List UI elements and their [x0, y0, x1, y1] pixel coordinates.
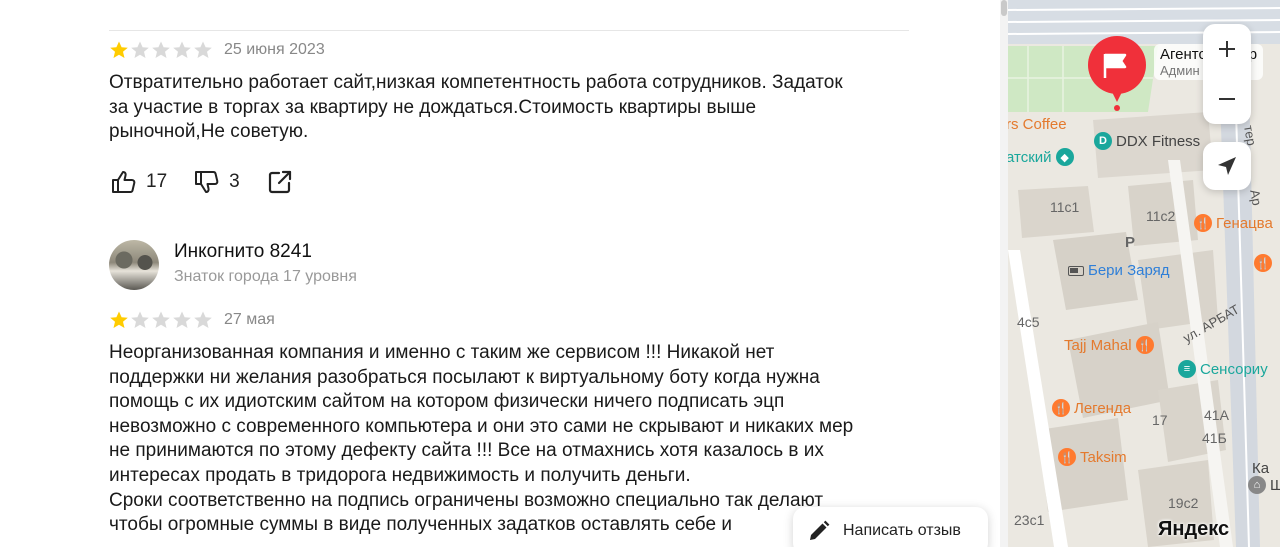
star-empty-icon — [173, 311, 191, 328]
dislike-count: 3 — [229, 171, 240, 192]
write-review-button[interactable]: Написать отзыв — [793, 507, 988, 547]
zoom-control — [1203, 24, 1251, 124]
star-empty-icon — [194, 41, 212, 58]
fitness-icon: D — [1094, 132, 1112, 150]
restaurant-icon: 🍴 — [1058, 448, 1076, 466]
street-label: Ар — [1247, 188, 1265, 207]
battery-icon — [1068, 265, 1084, 276]
star-empty-icon — [194, 311, 212, 328]
author-name[interactable]: Инкогнито 8241 — [174, 241, 312, 263]
review-divider — [109, 30, 909, 31]
share-icon — [268, 170, 291, 194]
restaurant-icon: 🍴 — [1052, 399, 1070, 417]
thumbs-down-icon — [195, 171, 219, 193]
map-poi-atsky[interactable]: атский ◆ — [1008, 148, 1074, 166]
star-empty-icon — [131, 41, 149, 58]
review-text-line: поддержки ни желания разобраться посылаю… — [109, 366, 820, 388]
review-text-line: интересах продать в тридорога недвижимос… — [109, 464, 691, 486]
parking-label: P — [1125, 234, 1136, 251]
star-filled-icon — [110, 311, 128, 328]
building-number: 11с1 — [1050, 199, 1080, 215]
write-review-label: Написать отзыв — [843, 522, 961, 539]
map-poi-legenda[interactable]: 🍴 Легенда — [1052, 399, 1131, 417]
review-text: Отвратительно работает сайт,низкая компе… — [109, 71, 909, 145]
building-number: 17 — [1152, 412, 1168, 428]
map-poi-beri[interactable]: Бери Заряд — [1068, 262, 1170, 279]
school-icon: ⌂ — [1248, 476, 1266, 494]
review-date: 25 июня 2023 — [224, 41, 325, 58]
shop-icon: ◆ — [1055, 148, 1074, 166]
star-empty-icon — [152, 41, 170, 58]
map-poi-right[interactable]: 🍴 — [1254, 254, 1272, 272]
reviews-panel: 25 июня 2023 Отвратительно работает сайт… — [0, 0, 1000, 547]
dislike-button[interactable]: 3 — [193, 168, 240, 196]
star-empty-icon — [131, 311, 149, 328]
review-text-line: не принимаются по этому дефекту сайта !!… — [109, 440, 824, 462]
building-number: 19с2 — [1168, 495, 1199, 511]
service-icon: ≡ — [1178, 360, 1196, 378]
review-text-line: за участие в торгах за квартиру не дожда… — [109, 96, 757, 118]
minus-icon — [1219, 98, 1235, 100]
review-text-line: невозможно с современного компьютера и о… — [109, 415, 854, 437]
zoom-in-button[interactable] — [1203, 24, 1251, 74]
rating-stars — [109, 40, 213, 60]
org-pin[interactable] — [1088, 36, 1146, 112]
pencil-icon — [810, 520, 830, 540]
building-number: 4с5 — [1017, 314, 1040, 330]
building-number: 23с1 — [1014, 512, 1045, 528]
review-text-line: Неорганизованная компания и именно с так… — [109, 342, 775, 363]
map-poi-sh[interactable]: ⌂ Ш — [1248, 476, 1280, 494]
flag-icon — [1088, 36, 1146, 111]
scrollbar-track[interactable] — [1000, 0, 1008, 547]
zoom-out-button[interactable] — [1203, 74, 1251, 124]
like-count: 17 — [146, 171, 168, 192]
review-text-line: помощь с их идиотским сайтом на котором … — [109, 391, 785, 413]
star-empty-icon — [173, 41, 191, 58]
star-empty-icon — [152, 311, 170, 328]
thumbs-up-icon — [112, 171, 136, 193]
author-level: Знаток города 17 уровня — [174, 268, 357, 285]
locate-me-button[interactable] — [1203, 142, 1251, 190]
review-actions: 17 3 — [110, 168, 294, 196]
building-number: 41А — [1204, 407, 1229, 423]
review-text-line: Отвратительно работает сайт,низкая компе… — [109, 72, 843, 93]
building-number: 11с2 — [1146, 208, 1176, 224]
review-text: Неорганизованная компания и именно с так… — [109, 341, 909, 538]
map-poi-taksim[interactable]: 🍴 Taksim — [1058, 448, 1127, 466]
review-text-line: Сроки соответственно на подпись ограниче… — [109, 489, 824, 511]
map-poi-coffee[interactable]: rs Coffee — [1008, 116, 1067, 133]
avatar[interactable] — [109, 240, 159, 290]
map-poi-genatsva[interactable]: 🍴 Генацва — [1194, 214, 1273, 232]
review-text-line: чтобы огромные суммы в виде полученных з… — [109, 514, 732, 536]
review-text-line: рыночной,Не советую. — [109, 121, 309, 143]
restaurant-icon: 🍴 — [1194, 214, 1212, 232]
building-number: 41Б — [1202, 430, 1227, 446]
plus-icon — [1219, 41, 1235, 57]
scrollbar-thumb[interactable] — [1001, 0, 1007, 16]
like-button[interactable]: 17 — [110, 168, 167, 196]
yandex-logo: Яндекс — [1158, 518, 1230, 540]
star-filled-icon — [110, 41, 128, 58]
restaurant-icon: 🍴 — [1254, 254, 1272, 272]
map-poi-ddx[interactable]: D DDX Fitness — [1094, 132, 1200, 150]
review-date: 27 мая — [224, 311, 275, 328]
restaurant-icon: 🍴 — [1135, 336, 1154, 354]
location-arrow-icon — [1218, 157, 1236, 175]
map-poi-ka[interactable]: Ка — [1252, 460, 1269, 477]
map-poi-sensoriu[interactable]: ≡ Сенсориу — [1178, 360, 1268, 378]
rating-stars — [109, 310, 213, 330]
map-poi-tajj[interactable]: Tajj Mahal 🍴 — [1064, 336, 1154, 354]
share-button[interactable] — [266, 168, 294, 196]
